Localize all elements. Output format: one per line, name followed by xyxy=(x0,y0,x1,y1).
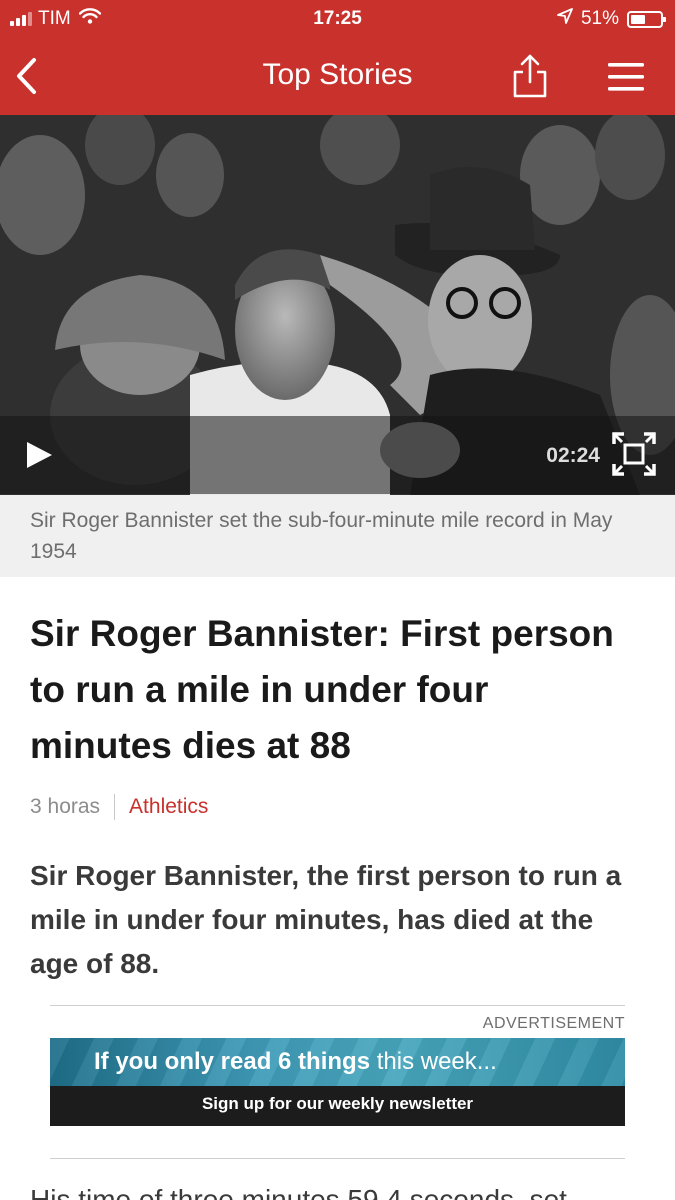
ad-signup-cta[interactable]: Sign up for our weekly newsletter xyxy=(50,1094,625,1114)
ad-headline: If you only read 6 things this week... xyxy=(94,1048,497,1076)
hamburger-menu-icon[interactable] xyxy=(606,60,646,94)
nav-bar: Top Stories xyxy=(0,38,675,115)
location-arrow-icon xyxy=(557,8,573,30)
video-duration: 02:24 xyxy=(546,444,600,467)
battery-icon xyxy=(627,10,666,28)
battery-percent: 51% xyxy=(580,8,619,29)
article-category-link[interactable]: Athletics xyxy=(129,795,208,819)
article-body-paragraph: His time of three minutes 59.4 seconds, … xyxy=(30,1184,567,1200)
article-headline: Sir Roger Bannister: First person to run… xyxy=(30,613,614,766)
share-icon[interactable] xyxy=(508,52,552,100)
status-right: 51% xyxy=(557,8,666,30)
ad-headline-light: this week... xyxy=(370,1048,497,1075)
article-screen: TIM 17:25 51% Top Stories 02:24 Sir Roge… xyxy=(0,0,675,1200)
image-caption: Sir Roger Bannister set the sub-four-min… xyxy=(0,495,675,577)
status-bar: TIM 17:25 51% xyxy=(0,0,675,38)
advertisement-label: ADVERTISEMENT xyxy=(482,1015,625,1032)
page-title: Top Stories xyxy=(262,58,413,91)
newsletter-ad-banner[interactable]: If you only read 6 things this week... S… xyxy=(50,1038,625,1126)
article-age: 3 horas xyxy=(30,795,101,818)
article-meta: 3 horas Athletics xyxy=(30,794,208,820)
ad-headline-bold: If you only read 6 things xyxy=(94,1048,371,1075)
fullscreen-icon[interactable] xyxy=(612,432,656,476)
article-summary: Sir Roger Bannister, the first person to… xyxy=(30,860,622,979)
ad-divider-bottom xyxy=(50,1158,625,1159)
play-icon[interactable] xyxy=(24,440,54,470)
ad-divider-top xyxy=(50,1005,625,1006)
meta-divider xyxy=(114,794,116,820)
